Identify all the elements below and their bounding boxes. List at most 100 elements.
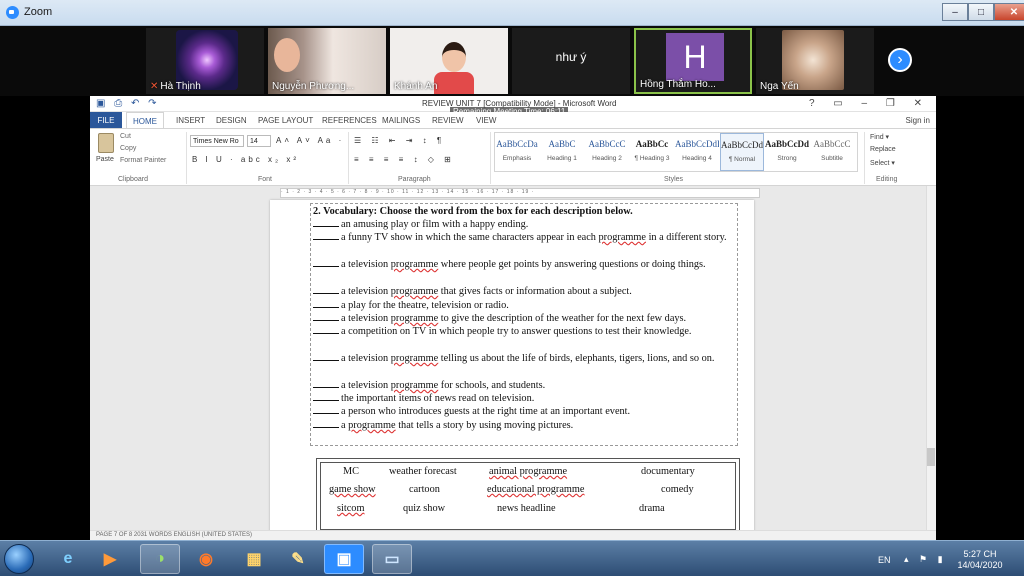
word-box-term: cartoon [409,484,440,495]
scrollbar-thumb[interactable] [927,448,935,466]
item-text: a play for the theatre, television or ra… [341,300,509,311]
participant-gallery: ✕ Hà Thịnh Nguyễn Phương... Khánh An như … [0,26,1024,96]
answer-blank[interactable] [313,379,339,388]
paint-icon[interactable]: ✎ [278,544,318,574]
remote-desktop-icon[interactable]: ▭ [372,544,412,574]
ie-icon[interactable]: e [48,544,88,574]
spellcheck-word: programme [390,259,439,270]
status-text: PAGE 7 OF 8 2031 WORDS ENGLISH (UNITED S… [96,532,253,538]
style-strong[interactable]: AaBbCcDd Strong [765,133,809,171]
answer-blank[interactable] [313,419,339,428]
cut-button[interactable]: Cut [120,133,131,140]
tab-page-layout[interactable]: PAGE LAYOUT [258,116,313,125]
exercise-item: an amusing play or film with a happy end… [313,218,737,231]
answer-blank[interactable] [313,258,339,267]
styles-group-label: Styles [664,176,684,183]
font-format-buttons[interactable]: B I U · abc x₂ x² [192,155,299,164]
document-area: · 1 · 2 · 3 · 4 · 5 · 6 · 7 · 8 · 9 · 10… [90,186,936,530]
item-text: telling us about the life of birds, elep… [438,353,715,364]
editing-group-label: Editing [876,176,898,183]
paste-button[interactable]: Paste [96,156,114,163]
start-button[interactable] [4,544,34,574]
next-page-arrow-icon[interactable]: › [888,48,912,72]
language-indicator[interactable]: EN [878,555,891,565]
tab-insert[interactable]: INSERT [176,116,205,125]
app-green-icon[interactable]: ◑ [140,544,180,574]
calendar-app-icon[interactable]: ▦ [234,544,274,574]
answer-blank[interactable] [313,392,339,401]
style-emphasis[interactable]: AaBbCcDa Emphasis [495,133,539,171]
item-text: an amusing play or film with a happy end… [341,219,529,230]
taskbar-clock[interactable]: 5:27 CH 14/04/2020 [950,549,1010,571]
clipboard-group-label: Clipboard [118,176,148,183]
vertical-scrollbar[interactable] [926,186,936,530]
sign-in-link[interactable]: Sign in [906,116,930,125]
maximize-button[interactable]: □ [968,3,994,21]
list-buttons[interactable]: ☰ ☷ ⇤ ⇥ ↕ ¶ [354,136,445,145]
tab-design[interactable]: DESIGN [216,116,247,125]
font-size-select[interactable]: 14 [247,135,271,147]
word-box: MC weather forecast animal programme doc… [316,458,740,530]
item-text: a television [341,313,391,324]
answer-blank[interactable] [313,299,339,308]
font-size-buttons[interactable]: A˄ A˅ Aa · [276,136,344,145]
tab-references[interactable]: REFERENCES [322,116,377,125]
select-button[interactable]: Select ▾ [870,159,895,167]
style-subtitle[interactable]: AaBbCcC Subtitle [810,133,854,171]
font-name-select[interactable]: Times New Ro [190,135,244,147]
participant-name-label: ✕ Hà Thịnh [150,81,201,92]
participant-tile[interactable]: Nga Yến [756,28,874,94]
tab-review[interactable]: REVIEW [432,116,464,125]
spellcheck-word: programme [390,353,439,364]
word-box-term: comedy [661,484,694,495]
firefox-icon[interactable]: ◉ [186,544,226,574]
tab-view[interactable]: VIEW [476,116,496,125]
participant-name-label: Nga Yến [760,81,799,92]
answer-blank[interactable] [313,285,339,294]
participant-tile[interactable]: Nguyễn Phương... [268,28,386,94]
word-window-controls[interactable]: ? ▭ – ❐ ✕ [809,98,930,109]
windows-taskbar: e ▶ ◑ ◉ ▦ ✎ ▣ ▭ EN ▴ ⚑ ▮ 5:27 CH 14/04/2… [0,540,1024,576]
answer-blank[interactable] [313,312,339,321]
media-player-icon[interactable]: ▶ [90,544,130,574]
style-heading-2[interactable]: AaBbCcC Heading 2 [585,133,629,171]
replace-button[interactable]: Replace [870,146,896,153]
exercise-item: a television programme for schools, and … [313,379,737,392]
ribbon-separator [490,132,491,184]
copy-button[interactable]: Copy [120,145,136,152]
participant-tile-active-speaker[interactable]: H Hồng Thắm Ho... [634,28,752,94]
participant-face [274,38,300,72]
answer-blank[interactable] [313,231,339,240]
exercise-item: the important items of news read on tele… [313,392,737,405]
answer-blank[interactable] [313,325,339,334]
alignment-buttons[interactable]: ≡ ≡ ≡ ≡ ↕ ◇ ⊞ [354,155,455,164]
document-page[interactable]: 2. Vocabulary: Choose the word from the … [270,200,754,530]
tab-mailings[interactable]: MAILINGS [382,116,420,125]
answer-blank[interactable] [313,218,339,227]
tab-home[interactable]: HOME [126,112,164,128]
participant-tile[interactable]: như ý [512,28,630,94]
participant-tile[interactable]: Khánh An [390,28,508,94]
find-button[interactable]: Find ▾ [870,133,889,141]
item-text: a television [341,286,391,297]
spellcheck-word: programme [390,286,439,297]
zoom-taskbar-icon[interactable]: ▣ [324,544,364,574]
style-normal[interactable]: AaBbCcDdI ¶ Normal [720,133,764,171]
system-tray-icons[interactable]: ▴ ⚑ ▮ [904,554,947,565]
answer-blank[interactable] [313,405,339,414]
quick-access-toolbar[interactable]: ▣ ⎙ ↶ ↷ [96,98,160,109]
paste-icon[interactable] [98,133,114,153]
tab-file[interactable]: FILE [90,112,122,128]
item-text: to give the description of the weather f… [438,313,687,324]
format-painter-button[interactable]: Format Painter [120,157,166,164]
minimize-button[interactable]: – [942,3,968,21]
style-heading-4[interactable]: AaBbCcDdI Heading 4 [675,133,719,171]
item-text: a funny TV show in which the same charac… [341,232,599,243]
answer-blank[interactable] [313,352,339,361]
participant-tile[interactable]: ✕ Hà Thịnh [146,28,264,94]
style-heading-3[interactable]: AaBbCc ¶ Heading 3 [630,133,674,171]
zoom-window-title: Zoom [24,6,53,18]
close-button[interactable]: ✕ [994,3,1024,21]
style-heading-1[interactable]: AaBbC Heading 1 [540,133,584,171]
horizontal-ruler[interactable]: · 1 · 2 · 3 · 4 · 5 · 6 · 7 · 8 · 9 · 10… [280,188,760,198]
